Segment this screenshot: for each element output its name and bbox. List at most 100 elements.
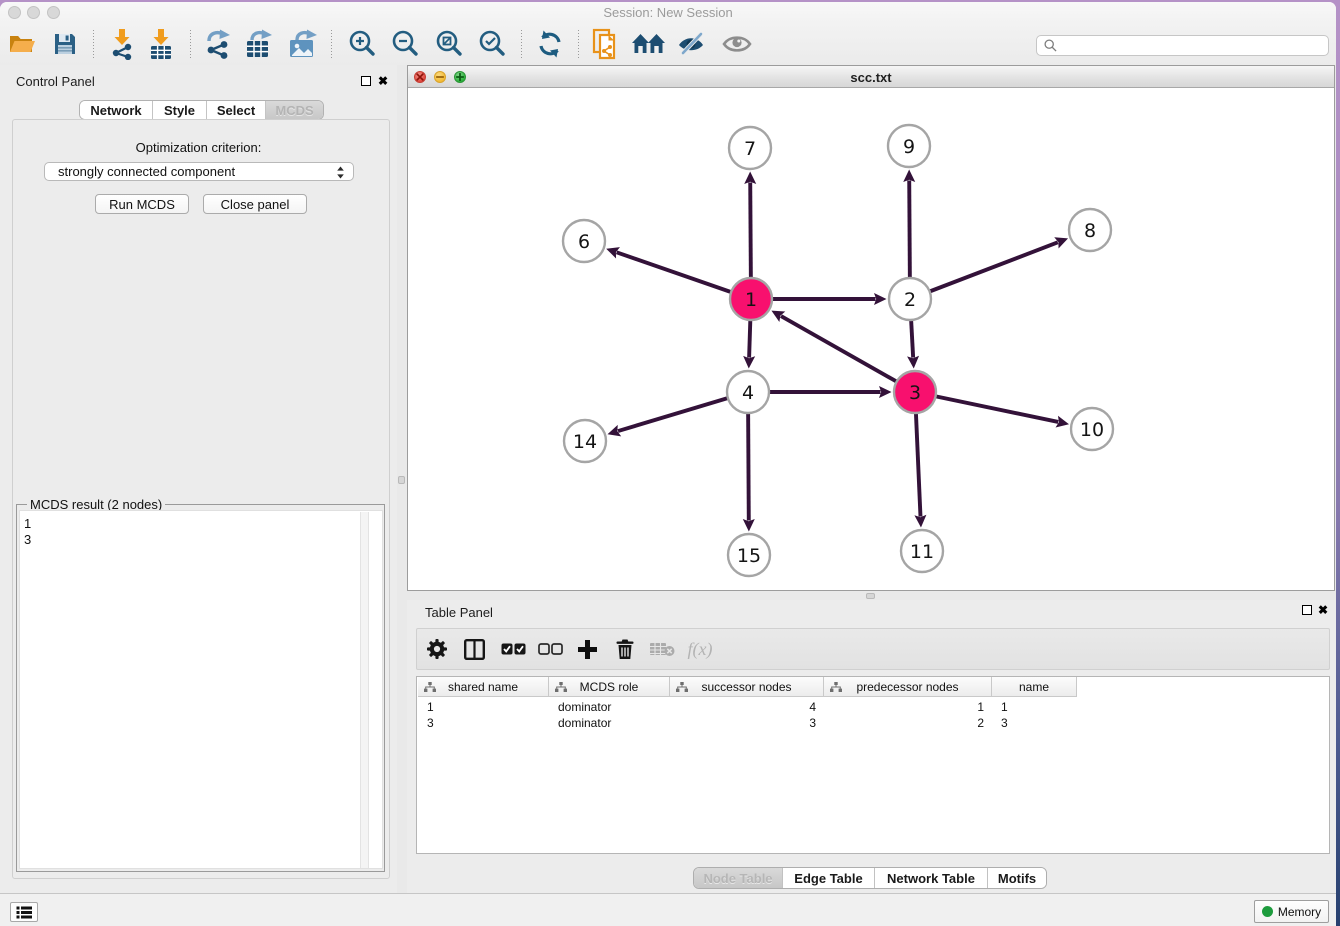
graph-edge-arrowhead <box>903 169 915 182</box>
clone-network-button[interactable] <box>589 23 623 65</box>
export-table-button[interactable] <box>243 23 277 65</box>
close-panel-button[interactable]: Close panel <box>203 194 307 214</box>
split-columns-button[interactable] <box>456 629 492 669</box>
result-scrollbar[interactable] <box>360 512 369 868</box>
main-toolbar <box>0 23 1336 66</box>
node-table[interactable]: shared name MCDS role successor nodes prede… <box>416 676 1330 854</box>
graph-node-label: 15 <box>737 545 761 567</box>
vertical-split-grip[interactable] <box>398 476 405 484</box>
chevron-up-down-icon <box>336 166 345 179</box>
table-cell[interactable]: 1 <box>1001 699 1077 715</box>
select-all-checkboxes-button[interactable] <box>495 629 531 669</box>
zoom-out-button[interactable] <box>388 23 422 65</box>
gear-icon <box>426 638 448 660</box>
toolbar-separator <box>331 30 332 58</box>
table-cell[interactable]: 1 <box>824 699 984 715</box>
tab-network[interactable]: Network <box>80 101 152 119</box>
table-cell[interactable]: 3 <box>427 715 549 731</box>
home-pages-button[interactable] <box>630 23 668 65</box>
tab-style[interactable]: Style <box>152 101 206 119</box>
table-cell[interactable]: 3 <box>1001 715 1077 731</box>
clear-checkboxes-button[interactable] <box>532 629 568 669</box>
optimization-criterion-label: Optimization criterion: <box>0 140 397 155</box>
table-panel-float-button[interactable] <box>1302 605 1312 615</box>
refresh-layout-button[interactable] <box>533 23 567 65</box>
column-header-shared-name[interactable]: shared name <box>418 677 549 697</box>
table-cell[interactable]: dominator <box>558 715 670 731</box>
graph-edge[interactable] <box>781 316 915 392</box>
graph-edge-arrowhead <box>879 386 892 398</box>
column-header-MCDS-role[interactable]: MCDS role <box>549 677 670 697</box>
tab-network-table[interactable]: Network Table <box>874 868 987 888</box>
add-column-button[interactable] <box>569 629 605 669</box>
column-header-label: MCDS role <box>580 680 639 694</box>
network-graph[interactable]: 7968124314101511 <box>408 89 1334 590</box>
criterion-value: strongly connected component <box>58 164 235 179</box>
hide-panel-button[interactable] <box>674 23 710 65</box>
table-cell[interactable]: 1 <box>427 699 549 715</box>
function-builder-button[interactable]: f(x) <box>680 629 720 669</box>
control-panel-float-button[interactable] <box>361 76 371 86</box>
table-cell[interactable]: dominator <box>558 699 670 715</box>
table-panel-close-button[interactable]: ✖ <box>1318 605 1328 616</box>
eye-icon <box>721 32 753 56</box>
export-image-icon <box>287 28 321 60</box>
column-header-name[interactable]: name <box>992 677 1077 697</box>
column-header-successor-nodes[interactable]: successor nodes <box>670 677 824 697</box>
memory-button[interactable]: Memory <box>1254 900 1329 923</box>
export-image-button[interactable] <box>286 23 322 65</box>
column-header-label: successor nodes <box>701 680 791 694</box>
zoom-in-icon <box>347 29 377 59</box>
graph-edge-arrowhead <box>743 356 755 369</box>
zoom-fit-button[interactable] <box>432 23 466 65</box>
automation-panel-button[interactable] <box>10 902 38 922</box>
column-hierarchy-icon <box>830 682 842 692</box>
graph-node-label: 7 <box>744 138 756 160</box>
table-cell[interactable]: 3 <box>670 715 816 731</box>
search-input[interactable] <box>1061 37 1328 54</box>
column-header-predecessor-nodes[interactable]: predecessor nodes <box>824 677 992 697</box>
delete-table-button[interactable] <box>644 629 680 669</box>
horizontal-split-grip[interactable] <box>866 593 875 599</box>
graph-edge-arrowhead <box>874 293 887 305</box>
zoom-selected-button[interactable] <box>475 23 509 65</box>
table-panel-title: Table Panel <box>425 605 493 620</box>
tab-mcds[interactable]: MCDS <box>265 101 323 119</box>
open-session-button[interactable] <box>6 23 38 65</box>
zoom-in-button[interactable] <box>345 23 379 65</box>
control-panel-tabs: Network Style Select MCDS <box>79 100 324 120</box>
list-icon <box>16 906 32 919</box>
criterion-dropdown[interactable]: strongly connected component <box>44 162 354 181</box>
import-network-button[interactable] <box>105 23 139 65</box>
run-mcds-button[interactable]: Run MCDS <box>95 194 189 214</box>
graph-edge[interactable] <box>910 242 1058 299</box>
control-panel-title: Control Panel <box>16 74 95 89</box>
zoom-out-icon <box>390 29 420 59</box>
mcds-result-list[interactable]: 1 3 <box>19 510 383 869</box>
table-cell[interactable]: 2 <box>824 715 984 731</box>
show-panel-button[interactable] <box>719 23 755 65</box>
graph-node-label: 4 <box>742 382 754 404</box>
graph-node-label: 10 <box>1080 419 1104 441</box>
tab-edge-table[interactable]: Edge Table <box>782 868 874 888</box>
table-settings-button[interactable] <box>419 629 455 669</box>
import-table-button[interactable] <box>144 23 178 65</box>
delete-column-button[interactable] <box>607 629 643 669</box>
table-tabs: Node Table Edge Table Network Table Moti… <box>693 867 1047 889</box>
export-network-button[interactable] <box>202 23 236 65</box>
network-canvas[interactable]: 7968124314101511 <box>408 89 1334 590</box>
control-panel-close-button[interactable]: ✖ <box>378 76 388 87</box>
export-table-icon <box>244 28 276 60</box>
import-table-icon <box>146 28 176 60</box>
window-title: Session: New Session <box>0 5 1336 20</box>
table-cell[interactable]: 4 <box>670 699 816 715</box>
column-header-label: shared name <box>448 680 518 694</box>
graph-node-label: 3 <box>909 382 921 404</box>
tab-motifs[interactable]: Motifs <box>987 868 1046 888</box>
save-session-button[interactable] <box>49 23 81 65</box>
tab-node-table[interactable]: Node Table <box>694 868 782 888</box>
toolbar-separator <box>93 30 94 58</box>
graph-edge-arrowhead <box>744 171 756 184</box>
tab-select[interactable]: Select <box>206 101 265 119</box>
search-field <box>1036 35 1329 56</box>
